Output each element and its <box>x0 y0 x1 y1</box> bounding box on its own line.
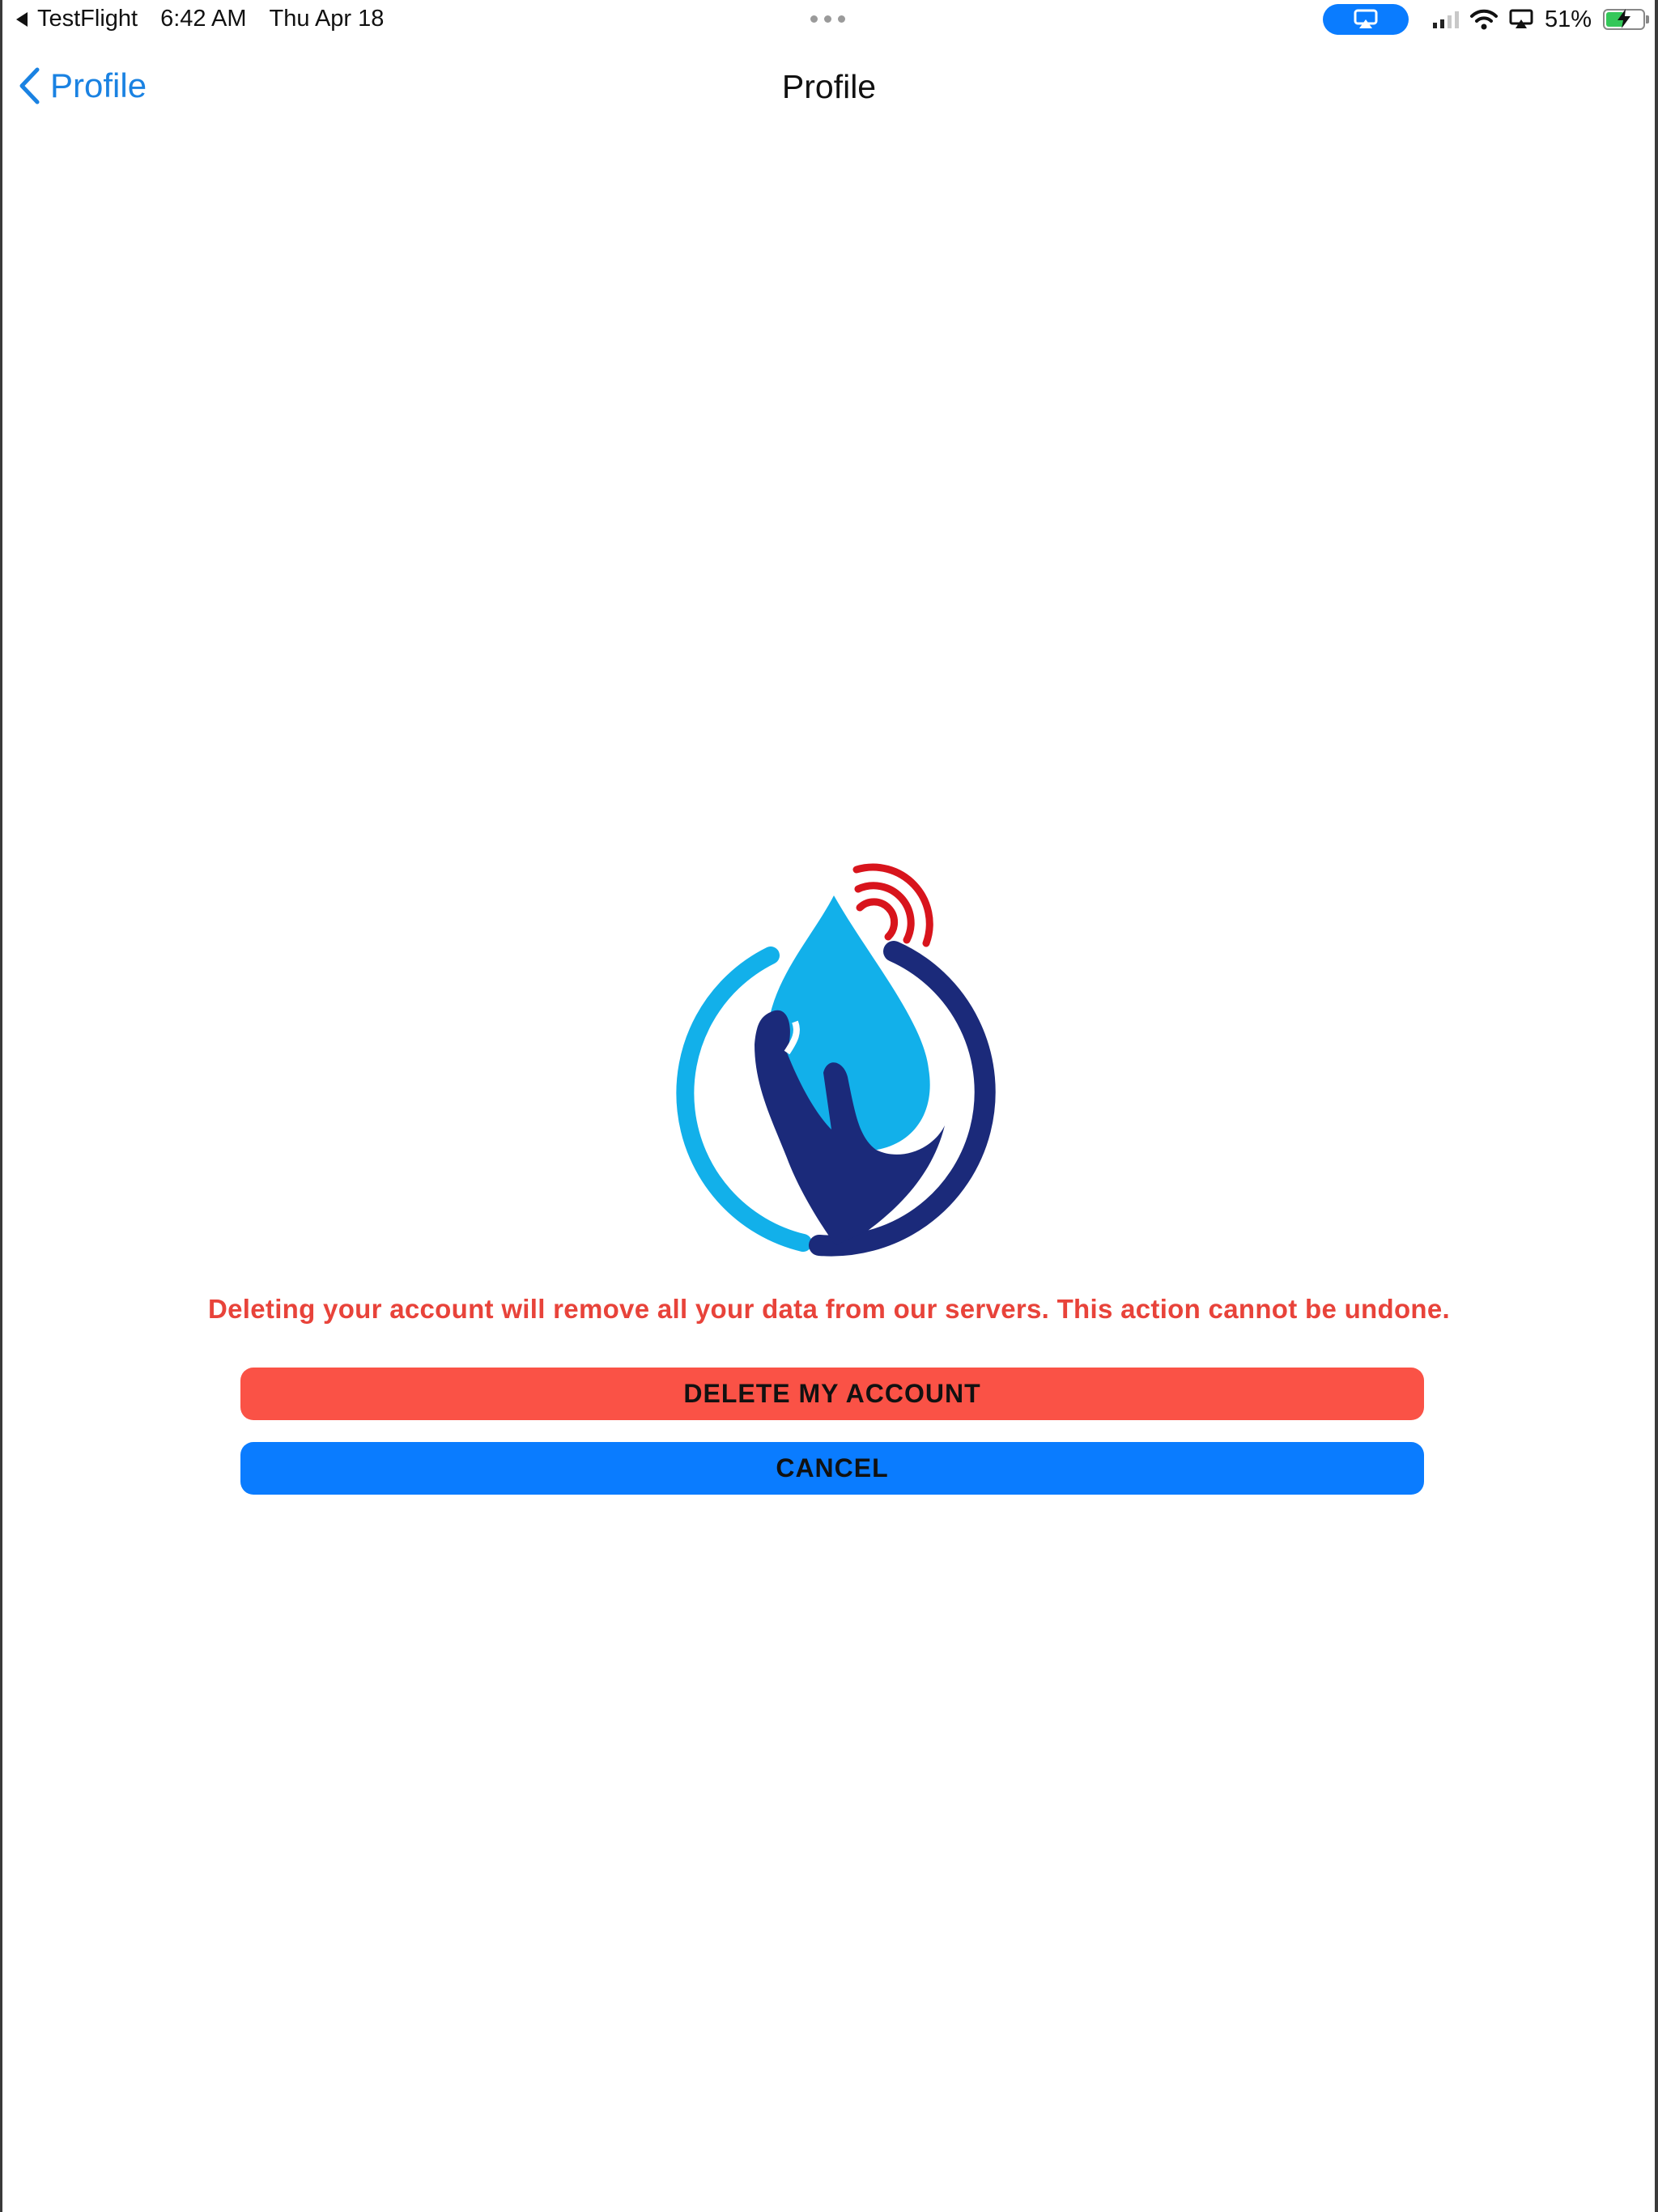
delete-account-label: DELETE MY ACCOUNT <box>683 1379 981 1408</box>
screen-mirroring-icon <box>1509 9 1533 28</box>
water-drop-hand-signal-logo <box>676 863 996 1257</box>
battery-percent: 51% <box>1544 6 1592 32</box>
window-edge-left <box>0 0 2 2212</box>
window-edge-right <box>1655 0 1658 2212</box>
status-back-app-label: TestFlight <box>37 6 138 32</box>
status-time: 6:42 AM <box>160 6 247 32</box>
signal-arcs-icon <box>852 863 933 947</box>
delete-account-button[interactable]: DELETE MY ACCOUNT <box>240 1368 1424 1420</box>
wifi-icon <box>1469 9 1498 30</box>
status-back-to-app[interactable]: TestFlight 6:42 AM Thu Apr 18 <box>16 6 384 32</box>
more-dots-icon[interactable] <box>810 15 845 23</box>
cellular-signal-icon <box>1432 11 1459 28</box>
status-right-group: 51% <box>1322 4 1649 35</box>
status-date: Thu Apr 18 <box>269 6 385 32</box>
cancel-button[interactable]: CANCEL <box>240 1442 1424 1495</box>
back-triangle-icon <box>16 11 28 27</box>
page-title: Profile <box>781 68 877 105</box>
airplay-icon[interactable] <box>1322 4 1409 35</box>
status-bar: TestFlight 6:42 AM Thu Apr 18 51% <box>0 0 1658 40</box>
cancel-label: CANCEL <box>776 1453 889 1482</box>
battery-charging-icon <box>1603 9 1649 30</box>
delete-warning-text: Deleting your account will remove all yo… <box>208 1294 1450 1324</box>
